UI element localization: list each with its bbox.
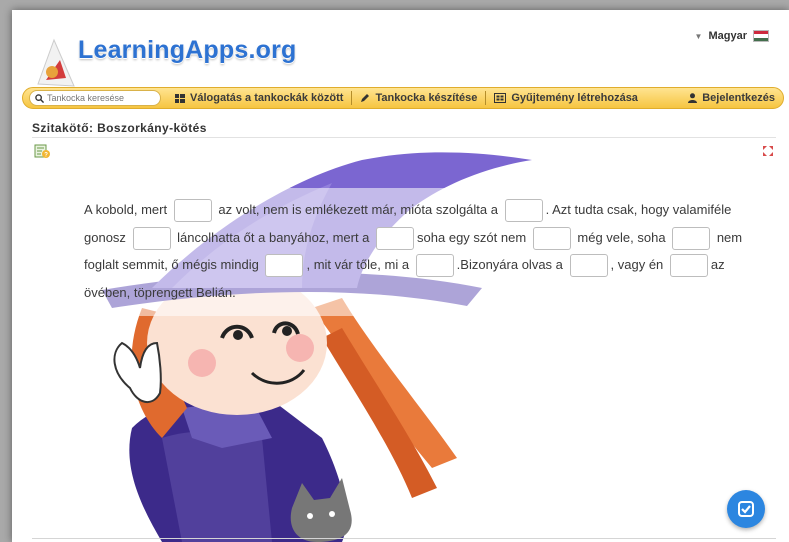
navbar: Tankocka keresése Válogatás a tankockák … bbox=[22, 87, 784, 109]
gap-input[interactable] bbox=[669, 254, 708, 278]
gap-input[interactable] bbox=[132, 226, 171, 250]
language-label: Magyar bbox=[708, 30, 747, 42]
pencil-icon bbox=[361, 94, 370, 102]
cloze-exercise: A kobold, mert az volt, nem is emlékezet… bbox=[84, 196, 744, 306]
bottom-divider bbox=[32, 538, 776, 539]
exercise-text: soha egy szót nem bbox=[417, 229, 527, 245]
gap-input[interactable] bbox=[504, 199, 543, 223]
exercise-text: , vagy én bbox=[610, 257, 664, 272]
grid-icon bbox=[175, 93, 185, 103]
help-icon[interactable]: ? bbox=[34, 143, 50, 159]
nav-collection-label: Gyűjtemény létrehozása bbox=[511, 92, 638, 104]
exercise-text: láncolhatta őt a banyához, mert a bbox=[177, 229, 370, 245]
chevron-down-icon: ▼ bbox=[694, 31, 703, 41]
nav-collection[interactable]: Gyűjtemény létrehozása bbox=[486, 88, 646, 108]
gap-input[interactable] bbox=[415, 254, 454, 278]
gap-input[interactable] bbox=[376, 226, 415, 250]
nav-login-label: Bejelentkezés bbox=[702, 92, 775, 104]
hungarian-flag-icon bbox=[753, 30, 769, 42]
exercise-text: .Bizonyára olvas a bbox=[456, 257, 563, 272]
expand-icon[interactable] bbox=[763, 146, 773, 156]
nav-create[interactable]: Tankocka készítése bbox=[352, 88, 485, 108]
user-icon bbox=[688, 93, 698, 103]
nav-browse-label: Válogatás a tankockák között bbox=[190, 92, 344, 104]
exercise-text: A kobold, mert bbox=[84, 202, 168, 217]
check-answers-button[interactable] bbox=[727, 490, 765, 528]
page: LearningApps.org ▼ Magyar Tankocka keres… bbox=[12, 10, 789, 542]
gap-input[interactable] bbox=[532, 226, 571, 250]
search-input[interactable]: Tankocka keresése bbox=[29, 90, 161, 106]
search-placeholder: Tankocka keresése bbox=[47, 93, 125, 103]
svg-text:?: ? bbox=[44, 153, 48, 159]
page-title: Szitakötő: Boszorkány-kötés bbox=[32, 121, 207, 135]
exercise-text: még vele, soha bbox=[577, 229, 666, 245]
title-divider bbox=[32, 137, 776, 138]
nav-create-label: Tankocka készítése bbox=[375, 92, 478, 104]
exercise-text: az volt, nem is emlékezett már, mióta sz… bbox=[218, 202, 498, 217]
nav-browse[interactable]: Válogatás a tankockák között bbox=[167, 88, 351, 108]
nav-login[interactable]: Bejelentkezés bbox=[680, 88, 783, 108]
check-icon bbox=[738, 501, 754, 517]
gap-input[interactable] bbox=[569, 254, 608, 278]
language-selector[interactable]: ▼ Magyar bbox=[695, 30, 769, 42]
logo-text: LearningApps.org bbox=[78, 36, 297, 64]
collection-icon bbox=[494, 93, 507, 103]
logo[interactable]: LearningApps.org bbox=[34, 18, 297, 98]
gap-input[interactable] bbox=[173, 199, 212, 223]
exercise-text: , mit vár tőle, mi a bbox=[306, 257, 410, 272]
gap-input[interactable] bbox=[265, 254, 304, 278]
search-icon bbox=[35, 93, 44, 103]
gap-input[interactable] bbox=[672, 226, 711, 250]
logo-icon bbox=[37, 38, 75, 87]
